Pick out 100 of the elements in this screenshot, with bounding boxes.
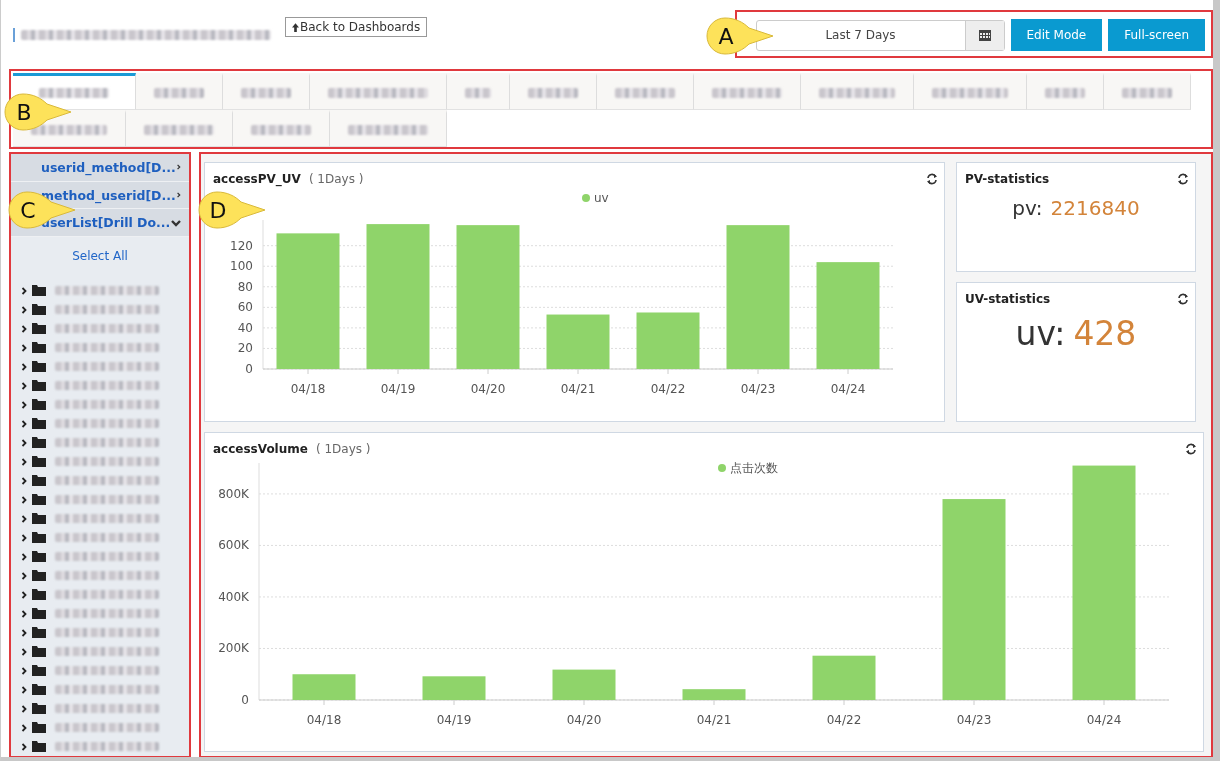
chevron-right-icon[interactable]: [21, 589, 27, 600]
chevron-right-icon[interactable]: [21, 399, 27, 410]
axis-label: 600K: [218, 538, 249, 553]
folder-icon: [32, 380, 46, 391]
axis-label: 20: [237, 341, 253, 356]
folder-icon: [32, 285, 46, 296]
axis-label: 120: [230, 238, 253, 253]
bar: [682, 689, 746, 700]
refresh-icon[interactable]: [1177, 173, 1189, 185]
folder-icon: [32, 323, 46, 334]
chevron-right-icon[interactable]: [21, 323, 27, 334]
folder-icon: [32, 741, 46, 752]
chevron-right-icon[interactable]: [21, 513, 27, 524]
axis-label: 100: [230, 259, 253, 274]
axis-label: 04/24: [830, 382, 866, 396]
chevron-right-icon[interactable]: [21, 703, 27, 714]
folder-icon: [32, 684, 46, 695]
axis-label: 04/20: [470, 382, 506, 396]
toolbar-button[interactable]: Full-screen: [1108, 19, 1205, 51]
folder-icon: [32, 646, 46, 657]
card-title: PV-statistics: [965, 172, 1050, 186]
chart-legend: 点击次数: [718, 461, 778, 475]
folder-icon: [32, 627, 46, 638]
select-all-link[interactable]: Select All: [72, 249, 128, 263]
chart-legend: uv: [582, 191, 609, 205]
calendar-button[interactable]: [964, 20, 1004, 50]
axis-label: 04/24: [1086, 713, 1122, 727]
axis-label: 04/19: [436, 713, 472, 727]
axis-label: 04/23: [956, 713, 992, 727]
bar: [636, 312, 700, 369]
stat-label: pv:: [1012, 196, 1043, 220]
bar: [812, 655, 876, 700]
axis-label: 60: [237, 300, 253, 315]
axis-label: 40: [237, 320, 253, 335]
bar: [546, 314, 610, 369]
bar: [292, 674, 356, 700]
chevron-right-icon[interactable]: [21, 475, 27, 486]
chevron-right-icon[interactable]: [21, 627, 27, 638]
axis-label: 04/21: [696, 713, 732, 727]
chevron-right-icon[interactable]: [21, 304, 27, 315]
chevron-right-icon[interactable]: [21, 532, 27, 543]
date-range-field[interactable]: Last 7 Days: [755, 19, 1005, 51]
folder-icon: [32, 399, 46, 410]
bar: [552, 669, 616, 700]
folder-icon: [32, 342, 46, 353]
section-title: method_userid[D...: [41, 187, 176, 203]
chart-title: accessVolume: [213, 442, 308, 456]
refresh-icon[interactable]: [1185, 443, 1197, 455]
chevron-right-icon[interactable]: [21, 342, 27, 353]
folder-icon: [32, 608, 46, 619]
chevron-right-icon[interactable]: [21, 380, 27, 391]
section-title: userList[Drill Do...: [41, 215, 171, 231]
chevron-right-icon[interactable]: [21, 456, 27, 467]
chevron-right-icon[interactable]: [21, 285, 27, 296]
axis-label: 04/20: [566, 713, 602, 727]
axis-label: 04/22: [826, 713, 862, 727]
refresh-icon[interactable]: [926, 173, 938, 185]
chevron-right-icon[interactable]: [21, 437, 27, 448]
folder-icon: [32, 304, 46, 315]
chevron-right-icon[interactable]: [21, 570, 27, 581]
chevron-right-icon[interactable]: [21, 361, 27, 372]
chevron-right-icon[interactable]: [21, 551, 27, 562]
folder-icon: [32, 475, 46, 486]
filter-section-header[interactable]: userid_method[D...: [11, 154, 189, 182]
stat-value: 2216840: [1050, 196, 1140, 220]
chevron-right-icon[interactable]: [21, 608, 27, 619]
folder-icon: [32, 665, 46, 676]
folder-icon: [32, 551, 46, 562]
axis-label: 800K: [218, 486, 249, 501]
axis-label: 200K: [218, 641, 249, 656]
chevron-right-icon[interactable]: [21, 684, 27, 695]
chevron-right-icon[interactable]: [21, 418, 27, 429]
callout-tooltip: D: [197, 190, 267, 230]
back-button[interactable]: Back to Dashboards: [285, 17, 428, 37]
calendar-icon: [978, 29, 991, 41]
axis-label: 04/19: [380, 382, 416, 396]
axis-label: 04/22: [650, 382, 686, 396]
axis-label: 80: [237, 279, 253, 294]
folder-icon: [32, 722, 46, 733]
folder-icon: [32, 437, 46, 448]
stat-value: 428: [1073, 314, 1137, 353]
folder-icon: [32, 589, 46, 600]
chevron-right-icon[interactable]: [21, 494, 27, 505]
card-title: UV-statistics: [965, 292, 1051, 306]
legend-label: 点击次数: [730, 461, 778, 475]
folder-icon: [32, 513, 46, 524]
axis-label: 0: [241, 693, 249, 707]
chevron-right-icon[interactable]: [21, 646, 27, 657]
folder-icon: [32, 456, 46, 467]
toolbar-button[interactable]: Edit Mode: [1010, 19, 1103, 51]
axis-label: 04/18: [290, 382, 326, 396]
chart-period: ( 1Days ): [315, 442, 371, 456]
chevron-right-icon[interactable]: [21, 722, 27, 733]
refresh-icon[interactable]: [1177, 293, 1189, 305]
axis-label: 04/23: [740, 382, 776, 396]
chevron-right-icon[interactable]: [21, 665, 27, 676]
chevron-right-icon[interactable]: [21, 741, 27, 752]
bar: [422, 676, 486, 700]
callout-tooltip: B: [3, 92, 73, 132]
folder-icon: [32, 494, 46, 505]
